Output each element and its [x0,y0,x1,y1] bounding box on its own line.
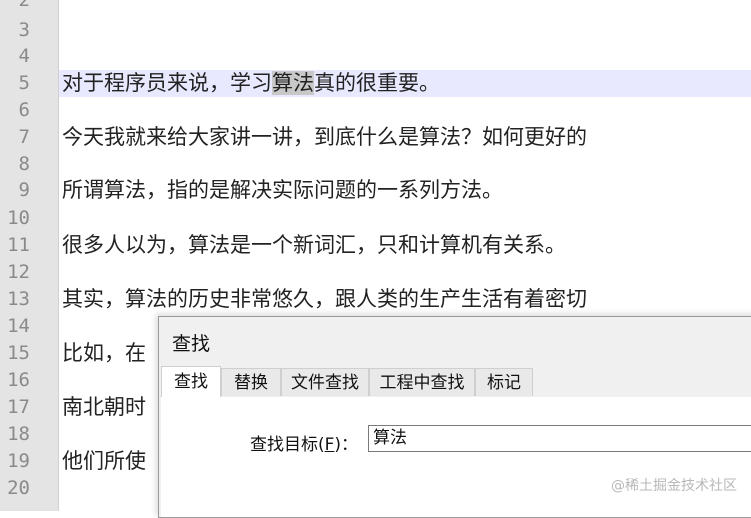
editor-line[interactable]: 所谓算法，指的是解决实际问题的一系列方法。 [59,177,751,204]
line-text: 真的很重要。 [314,71,440,95]
line-text: 他们所使 [62,449,146,473]
line-number: 5 [18,72,30,94]
line-number: 15 [7,342,30,364]
line-text: 其实，算法的历史非常悠久，跟人类的生产生活有着密切 [62,287,587,311]
search-match-highlight: 算法 [272,71,314,95]
line-number: 11 [7,234,30,256]
line-number: 6 [18,99,30,121]
line-number: 20 [7,477,30,499]
line-text: 比如，在 [62,341,146,365]
line-number: 18 [7,423,30,445]
find-target-input[interactable]: 算法 [368,425,751,452]
line-number: 4 [18,45,30,67]
line-number: 2 [18,0,30,11]
line-text: 所谓算法，指的是解决实际问题的一系列方法。 [62,178,503,202]
line-text: 很多人以为，算法是一个新词汇，只和计算机有关系。 [62,233,566,257]
line-number: 12 [7,261,30,283]
line-number: 9 [18,179,30,201]
line-text: 对于程序员来说，学习 [62,71,272,95]
line-number: 14 [7,315,30,337]
line-number: 3 [18,19,30,41]
line-number: 7 [18,126,30,148]
find-target-label: 查找目标(F)： [250,435,359,455]
editor-line[interactable]: 很多人以为，算法是一个新词汇，只和计算机有关系。 [59,232,751,259]
tab-replace[interactable]: 替换 [221,368,281,396]
tab-find[interactable]: 查找 [161,366,221,397]
line-number: 19 [7,450,30,472]
line-number: 17 [7,396,30,418]
line-text: 南北朝时 [62,395,146,419]
editor-line[interactable]: 今天我就来给大家讲一讲，到底什么是算法？如何更好的 [59,124,751,151]
editor-line-current[interactable]: 对于程序员来说，学习算法真的很重要。 [59,70,751,97]
line-number: 16 [7,369,30,391]
dialog-title: 查找 [172,333,211,355]
find-panel: 查找目标(F)： 算法 [161,397,751,517]
watermark: @稀土掘金技术社区 [611,478,737,494]
editor-line[interactable]: 其实，算法的历史非常悠久，跟人类的生产生活有着密切 [59,286,751,313]
line-number-gutter: 2 3 4 5 6 7 8 9 10 11 12 13 14 15 16 17 … [0,0,59,511]
line-number: 8 [18,153,30,175]
tab-mark[interactable]: 标记 [475,368,533,396]
line-text: 今天我就来给大家讲一讲，到底什么是算法？如何更好的 [62,125,587,149]
tab-find-in-files[interactable]: 文件查找 [281,368,369,396]
dialog-tab-bar: 查找 替换 文件查找 工程中查找 标记 [161,366,751,398]
tab-find-in-project[interactable]: 工程中查找 [369,368,475,396]
line-number: 10 [7,207,30,229]
line-number: 13 [7,288,30,310]
